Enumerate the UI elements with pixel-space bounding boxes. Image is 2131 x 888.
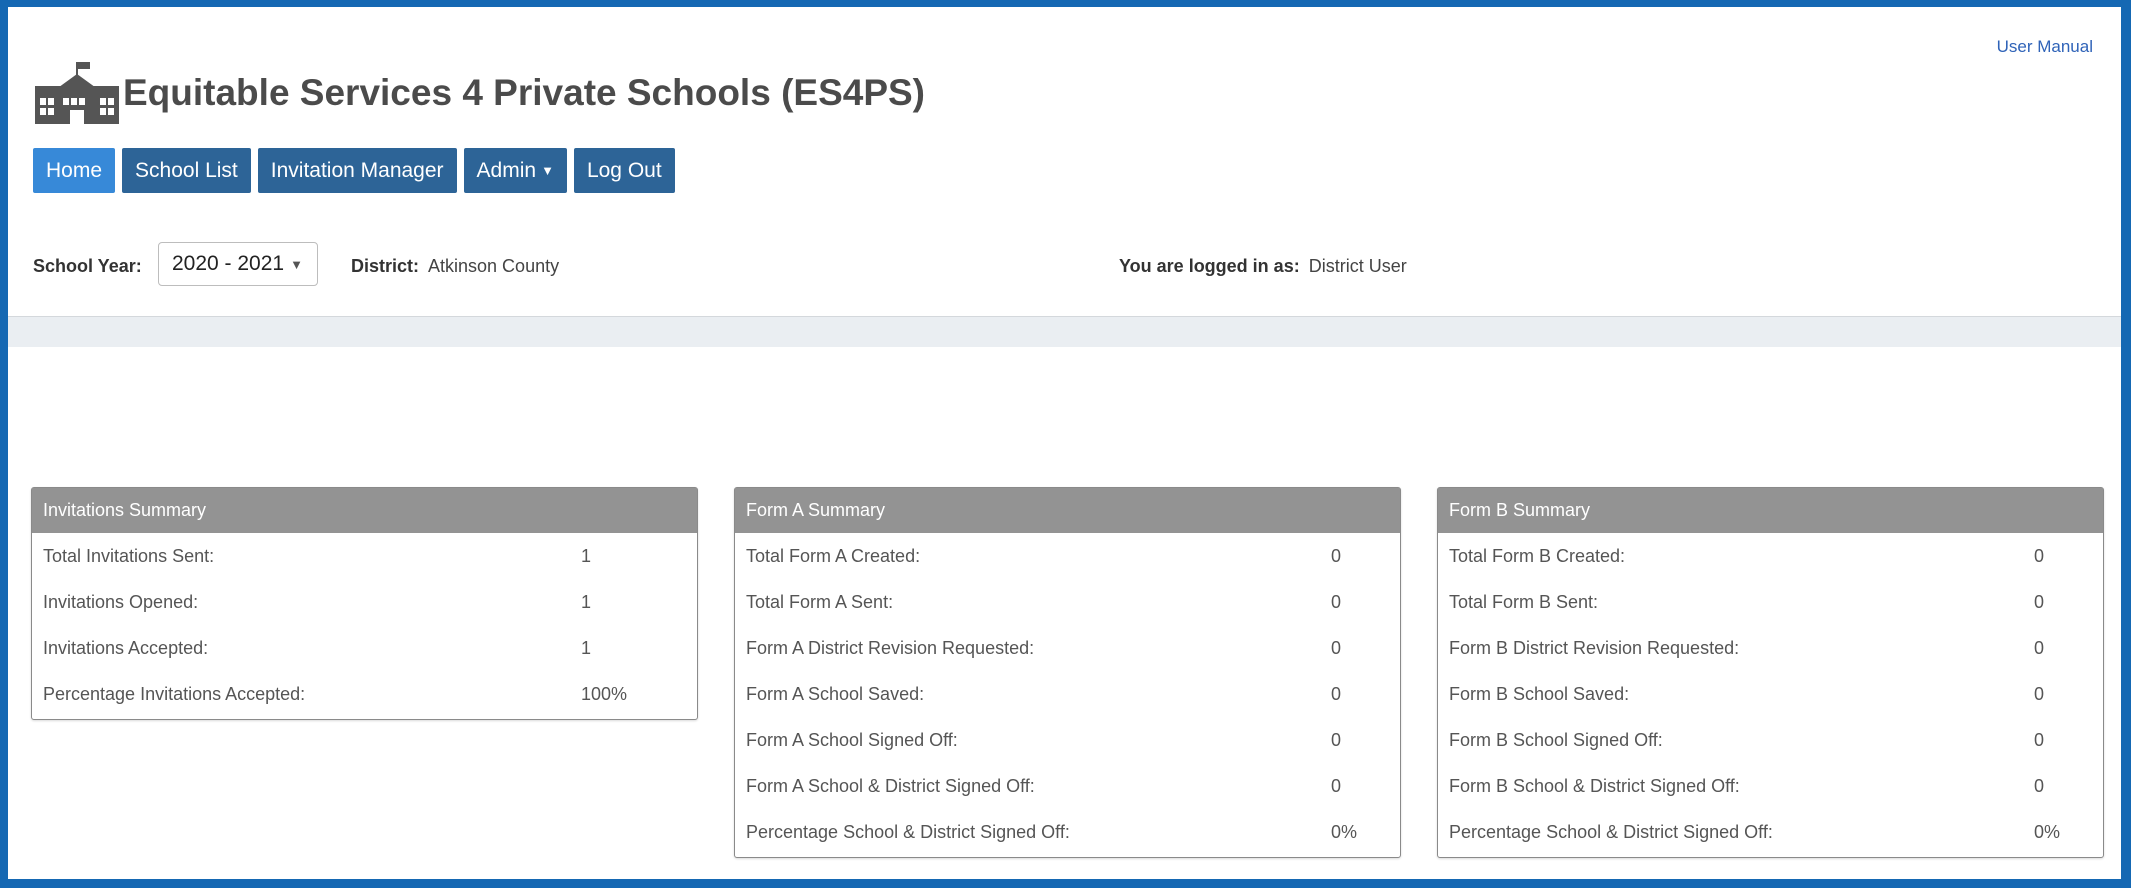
- summary-row: Form B School & District Signed Off: 0: [1438, 763, 2103, 809]
- main-nav: Home School List Invitation Manager Admi…: [33, 148, 675, 193]
- nav-admin-label: Admin: [476, 159, 537, 182]
- row-label: Invitations Accepted:: [43, 638, 209, 658]
- row-label: Form A School Saved:: [746, 684, 925, 704]
- app-title: Equitable Services 4 Private Schools (ES…: [123, 72, 926, 113]
- row-label: Form B School & District Signed Off:: [1449, 776, 1740, 796]
- caret-down-icon: ▼: [541, 163, 554, 178]
- context-bar: School Year: 2020 - 2021 ▼ District: Atki…: [33, 242, 2113, 292]
- nav-school-list-button[interactable]: School List: [122, 148, 251, 193]
- row-value: 0: [1331, 546, 1342, 566]
- summary-row: Form A District Revision Requested: 0: [735, 625, 1400, 671]
- row-label: Form B District Revision Requested:: [1449, 638, 1740, 658]
- user-manual-link[interactable]: User Manual: [1997, 37, 2093, 57]
- row-label: Total Form A Sent:: [746, 592, 894, 612]
- row-value: 0: [2034, 638, 2045, 658]
- row-value: 0: [2034, 730, 2045, 750]
- row-label: Form B School Signed Off:: [1449, 730, 1663, 750]
- row-label: Total Form A Created:: [746, 546, 921, 566]
- row-label: Form B School Saved:: [1449, 684, 1630, 704]
- summary-row: Total Form B Created: 0: [1438, 533, 2103, 579]
- row-label: Percentage Invitations Accepted:: [43, 684, 306, 704]
- summary-row: Invitations Accepted: 1: [32, 625, 697, 671]
- summary-row: Total Form A Created: 0: [735, 533, 1400, 579]
- row-label: Invitations Opened:: [43, 592, 199, 612]
- logged-in-value: District User: [1308, 256, 1407, 276]
- form-a-summary-panel: Form A Summary Total Form A Created: 0 To…: [734, 487, 1401, 858]
- nav-log-out-button[interactable]: Log Out: [573, 148, 675, 193]
- row-value: 0: [1331, 638, 1342, 658]
- logged-in-label: You are logged in as:: [1119, 256, 1300, 276]
- row-value: 100%: [581, 684, 628, 704]
- summary-row: Form B District Revision Requested: 0: [1438, 625, 2103, 671]
- summary-row: Invitations Opened: 1: [32, 579, 697, 625]
- summary-row: Total Form B Sent: 0: [1438, 579, 2103, 625]
- row-value: 0%: [2034, 822, 2061, 842]
- school-year-value: 2020 - 2021: [172, 252, 285, 275]
- summary-row: Total Form A Sent: 0: [735, 579, 1400, 625]
- row-label: Total Form B Sent:: [1449, 592, 1599, 612]
- invitations-summary-panel: Invitations Summary Total Invitations Se…: [31, 487, 698, 720]
- row-label: Total Invitations Sent:: [43, 546, 215, 566]
- nav-home-button[interactable]: Home: [33, 148, 116, 193]
- nav-admin-dropdown[interactable]: Admin ▼: [463, 148, 567, 193]
- summary-row: Form B School Signed Off: 0: [1438, 717, 2103, 763]
- app-header: Equitable Services 4 Private Schools (ES…: [33, 60, 925, 126]
- triangle-down-icon: ▼: [290, 257, 303, 272]
- row-value: 0%: [1331, 822, 1358, 842]
- summary-row: Form A School Saved: 0: [735, 671, 1400, 717]
- district-label: District:: [351, 256, 420, 276]
- row-label: Form A District Revision Requested:: [746, 638, 1035, 658]
- row-label: Percentage School & District Signed Off:: [746, 822, 1070, 842]
- school-building-icon: [35, 62, 119, 124]
- panel-title: Form A Summary: [735, 488, 1400, 533]
- summary-row: Percentage Invitations Accepted: 100%: [32, 671, 697, 717]
- row-label: Percentage School & District Signed Off:: [1449, 822, 1773, 842]
- row-value: 0: [1331, 592, 1342, 612]
- form-b-summary-panel: Form B Summary Total Form B Created: 0 To…: [1437, 487, 2104, 858]
- row-value: 1: [581, 546, 592, 566]
- row-label: Total Form B Created:: [1449, 546, 1626, 566]
- school-year-select[interactable]: 2020 - 2021 ▼: [158, 242, 318, 286]
- district-info: District: Atkinson County: [351, 256, 559, 277]
- section-divider: [8, 316, 2121, 347]
- logged-in-info: You are logged in as: District User: [1119, 256, 1407, 277]
- nav-invitation-manager-button[interactable]: Invitation Manager: [257, 148, 457, 193]
- summary-row: Percentage School & District Signed Off:…: [735, 809, 1400, 855]
- row-value: 0: [2034, 546, 2045, 566]
- summary-row: Total Invitations Sent: 1: [32, 533, 697, 579]
- row-label: Form A School & District Signed Off:: [746, 776, 1035, 796]
- row-value: 1: [581, 638, 592, 658]
- summary-row: Percentage School & District Signed Off:…: [1438, 809, 2103, 855]
- row-value: 0: [2034, 776, 2045, 796]
- row-label: Form A School Signed Off:: [746, 730, 958, 750]
- panel-title: Form B Summary: [1438, 488, 2103, 533]
- school-year-label: School Year:: [33, 256, 142, 276]
- summary-row: Form B School Saved: 0: [1438, 671, 2103, 717]
- row-value: 0: [2034, 592, 2045, 612]
- summary-row: Form A School Signed Off: 0: [735, 717, 1400, 763]
- row-value: 1: [581, 592, 592, 612]
- row-value: 0: [2034, 684, 2045, 704]
- row-value: 0: [1331, 776, 1342, 796]
- row-value: 0: [1331, 730, 1342, 750]
- district-value: Atkinson County: [428, 256, 560, 276]
- panel-title: Invitations Summary: [32, 488, 697, 533]
- row-value: 0: [1331, 684, 1342, 704]
- summary-row: Form A School & District Signed Off: 0: [735, 763, 1400, 809]
